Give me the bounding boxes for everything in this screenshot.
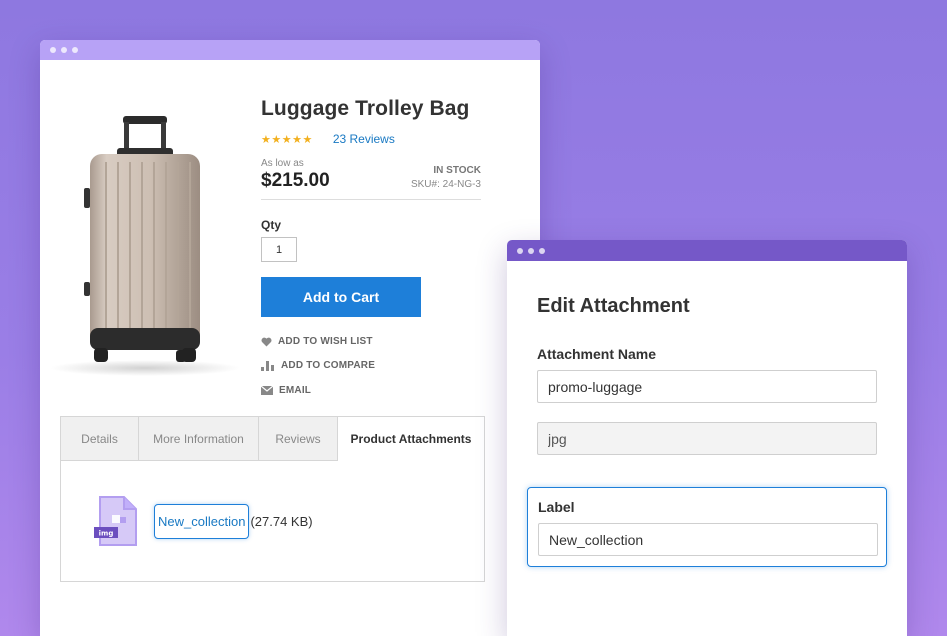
window-dot: [517, 247, 523, 254]
product-price: $215.00: [261, 170, 330, 191]
tab-reviews[interactable]: Reviews: [259, 417, 338, 461]
product-window-titlebar: [40, 40, 540, 60]
window-dot: [61, 47, 67, 53]
email-label: EMAIL: [279, 385, 312, 396]
tab-details[interactable]: Details: [61, 417, 139, 461]
edit-window-titlebar: [507, 240, 907, 261]
product-title: Luggage Trolley Bag: [261, 97, 470, 120]
add-to-compare-link[interactable]: ADD TO COMPARE: [261, 360, 375, 371]
file-type-badge: img: [99, 530, 114, 538]
qty-label: Qty: [261, 218, 282, 232]
tab-more-information[interactable]: More Information: [139, 417, 259, 461]
rating-stars: ★★★★★: [261, 133, 313, 146]
attachment-name-label: Attachment Name: [537, 346, 657, 362]
file-extension-field: [537, 422, 877, 455]
add-to-cart-button[interactable]: Add to Cart: [261, 277, 421, 317]
add-to-wish-list-label: ADD TO WISH LIST: [278, 336, 373, 347]
email-link[interactable]: EMAIL: [261, 385, 311, 396]
attachment-size: (27.74 KB): [250, 513, 313, 529]
label-field-group: Label: [527, 487, 887, 567]
label-field-label: Label: [538, 499, 575, 515]
window-dot: [539, 247, 545, 254]
attachment-link[interactable]: New_collection: [154, 503, 250, 539]
tab-bar: Details More Information Reviews Product…: [61, 417, 484, 461]
tab-product-attachments[interactable]: Product Attachments: [338, 417, 484, 461]
label-input[interactable]: [538, 523, 878, 556]
window-dot: [72, 47, 78, 53]
heart-icon: [261, 337, 272, 347]
product-sku: SKU#: 24-NG-3: [410, 179, 481, 190]
product-rating: ★★★★★ 23 Reviews: [261, 132, 395, 146]
window-dot: [528, 247, 534, 254]
luggage-product-image: [50, 116, 240, 376]
envelope-icon: [261, 386, 273, 395]
edit-attachment-window: Edit Attachment Attachment Name Label: [507, 240, 907, 636]
attachment-item: img New_collection (27.74 KB): [94, 495, 313, 547]
qty-input[interactable]: [261, 237, 297, 262]
as-low-as-label: As low as: [261, 158, 304, 169]
stock-status: IN STOCK: [433, 165, 481, 176]
product-page-window: Luggage Trolley Bag ★★★★★ 23 Reviews As …: [40, 40, 540, 636]
image-file-icon: img: [94, 496, 137, 546]
edit-attachment-title: Edit Attachment: [537, 295, 690, 317]
compare-bars-icon: [261, 360, 274, 371]
add-to-compare-label: ADD TO COMPARE: [281, 360, 376, 371]
add-to-wish-list-link[interactable]: ADD TO WISH LIST: [261, 336, 373, 347]
product-tabs: Details More Information Reviews Product…: [60, 416, 485, 582]
divider: [261, 199, 481, 200]
reviews-link[interactable]: 23 Reviews: [333, 132, 395, 146]
attachment-name-input[interactable]: [537, 370, 877, 403]
window-dot: [50, 47, 56, 53]
